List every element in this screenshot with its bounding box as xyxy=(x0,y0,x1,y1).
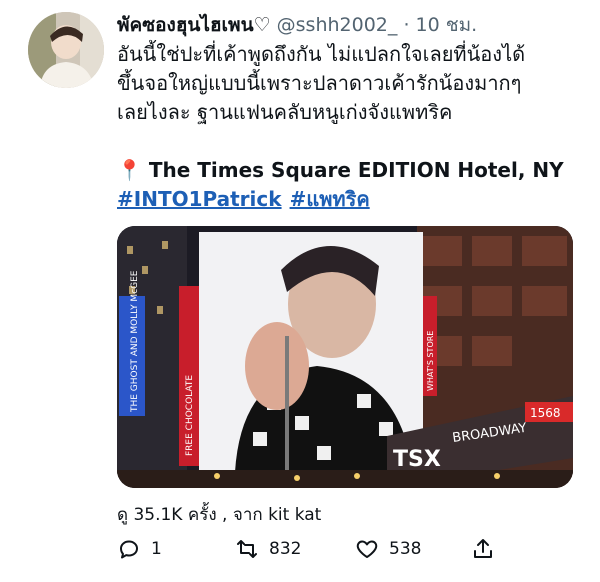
text-line: อันนี้ใช่ปะที่เค้าพูดถึงกัน ไม่แปลกใจเลย… xyxy=(117,42,526,66)
reply-icon xyxy=(120,540,138,559)
sign-tsx: TSX xyxy=(393,447,441,472)
hashtags: #INTO1Patrick #แพทริค xyxy=(117,185,587,214)
share-icon xyxy=(474,539,492,558)
heart-icon xyxy=(356,540,378,558)
author-name[interactable]: พัคซองฮุนไฮเพน♡ xyxy=(117,14,271,36)
location-text: The Times Square EDITION Hotel, NY xyxy=(148,158,564,182)
like-count: 538 xyxy=(389,539,422,559)
separator: · xyxy=(403,14,410,36)
share-button[interactable] xyxy=(471,532,505,566)
tweet-time[interactable]: 10 ชม. xyxy=(416,14,478,36)
tweet-media[interactable]: THE GHOST AND MOLLY McGEE FREE CHOCOLATE… xyxy=(117,226,573,488)
location-line: 📍 The Times Square EDITION Hotel, NY xyxy=(117,156,587,185)
tweet-text: อันนี้ใช่ปะที่เค้าพูดถึงกัน ไม่แปลกใจเลย… xyxy=(117,40,587,214)
avatar[interactable] xyxy=(28,12,104,88)
sign-ghost-molly: THE GHOST AND MOLLY McGEE xyxy=(130,270,140,413)
author-handle[interactable]: @sshh2002_ xyxy=(277,14,398,36)
views-count[interactable]: ดู 35.1K ครั้ง , จาก kit kat xyxy=(117,501,321,528)
sign-free-chocolate: FREE CHOCOLATE xyxy=(185,375,195,456)
retweet-button[interactable]: 832 xyxy=(235,532,301,566)
sign-billboard-strip: WHAT'S STORE xyxy=(426,331,435,391)
sign-address: 1568 xyxy=(530,406,561,420)
tweet-header: พัคซองฮุนไฮเพน♡ @sshh2002_ · 10 ชม. xyxy=(117,10,592,40)
hashtag-link[interactable]: #แพทริค xyxy=(290,187,370,211)
retweet-icon xyxy=(237,540,257,558)
action-bar: 1 832 538 xyxy=(117,532,577,566)
text-line: เลยไงละ ฐานแฟนคลับหนูเก่งจังแพทริค xyxy=(117,100,453,124)
text-line: ขึ้นจอใหญ่แบบนี้เพราะปลาดาวเค้ารักน้องมา… xyxy=(117,71,522,95)
reply-count: 1 xyxy=(151,539,162,559)
hashtag-link[interactable]: #INTO1Patrick xyxy=(117,187,282,211)
retweet-count: 832 xyxy=(269,539,302,559)
reply-button[interactable]: 1 xyxy=(117,532,162,566)
pin-icon: 📍 xyxy=(117,158,142,182)
like-button[interactable]: 538 xyxy=(355,532,421,566)
